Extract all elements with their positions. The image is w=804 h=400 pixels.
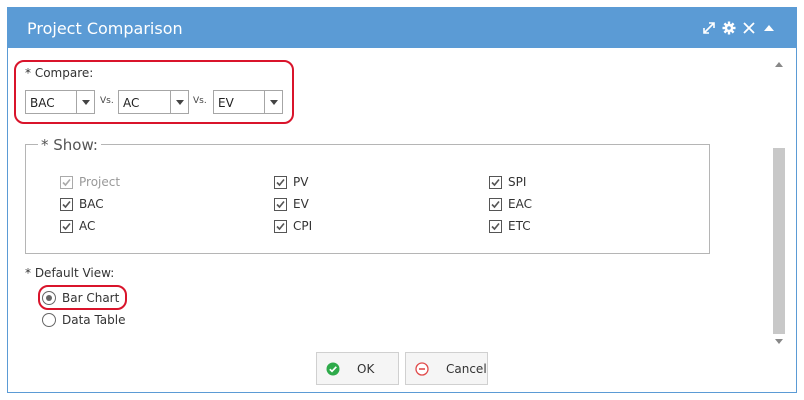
- check-circle-icon: [326, 362, 340, 376]
- show-legend: * Show:: [38, 136, 101, 154]
- checkbox-label: ETC: [508, 219, 531, 233]
- dialog-content: * Compare: BAC Vs. AC Vs. EV * Show: Pro…: [8, 48, 796, 348]
- checkbox-checked-icon: [489, 219, 502, 233]
- checkbox-label: EV: [293, 197, 309, 211]
- dialog-title: Project Comparison: [27, 19, 183, 38]
- collapse-up-icon[interactable]: [762, 21, 776, 35]
- radio-unselected-icon: [42, 313, 56, 327]
- expand-icon[interactable]: [702, 21, 716, 35]
- cancel-button-label: Cancel: [446, 362, 487, 376]
- scroll-down-icon[interactable]: [775, 339, 783, 344]
- checkbox-label: Project: [79, 175, 121, 189]
- compare-select-3-value: EV: [218, 96, 234, 110]
- ok-button[interactable]: OK: [316, 352, 399, 385]
- checkbox-spi[interactable]: SPI: [489, 175, 526, 189]
- checkbox-checked-icon: [274, 175, 287, 189]
- checkbox-label: BAC: [79, 197, 104, 211]
- checkbox-checked-icon: [60, 175, 73, 189]
- checkbox-pv[interactable]: PV: [274, 175, 308, 189]
- compare-select-2[interactable]: AC: [118, 90, 189, 114]
- checkbox-label: SPI: [508, 175, 527, 189]
- checkbox-project[interactable]: Project: [60, 175, 120, 189]
- checkbox-eac[interactable]: EAC: [489, 197, 532, 211]
- checkbox-ac[interactable]: AC: [60, 219, 95, 233]
- radio-selected-icon: [42, 291, 56, 305]
- show-fieldset: [25, 144, 710, 254]
- checkbox-bac[interactable]: BAC: [60, 197, 104, 211]
- ok-button-label: OK: [357, 362, 375, 376]
- radio-label: Data Table: [62, 313, 126, 327]
- checkbox-cpi[interactable]: CPI: [274, 219, 312, 233]
- radio-data-table[interactable]: Data Table: [42, 313, 126, 327]
- compare-select-3[interactable]: EV: [213, 90, 283, 114]
- cancel-button[interactable]: Cancel: [405, 352, 488, 385]
- radio-bar-chart[interactable]: Bar Chart: [42, 291, 119, 305]
- radio-label: Bar Chart: [62, 291, 120, 305]
- checkbox-etc[interactable]: ETC: [489, 219, 531, 233]
- checkbox-label: EAC: [508, 197, 532, 211]
- compare-select-2-value: AC: [123, 96, 140, 110]
- checkbox-checked-icon: [60, 197, 73, 211]
- minus-circle-icon: [415, 362, 429, 376]
- checkbox-checked-icon: [60, 219, 73, 233]
- scroll-up-icon[interactable]: [775, 62, 783, 67]
- chevron-down-icon[interactable]: [170, 91, 188, 113]
- chevron-down-icon[interactable]: [264, 91, 282, 113]
- chevron-down-icon[interactable]: [76, 91, 94, 113]
- compare-label: * Compare:: [25, 66, 94, 80]
- dialog-titlebar: Project Comparison: [8, 8, 796, 48]
- checkbox-checked-icon: [489, 175, 502, 189]
- vertical-scrollbar[interactable]: [772, 56, 786, 346]
- checkbox-checked-icon: [489, 197, 502, 211]
- checkbox-ev[interactable]: EV: [274, 197, 309, 211]
- checkbox-checked-icon: [274, 197, 287, 211]
- vs-label-1: Vs.: [100, 96, 114, 106]
- checkbox-label: AC: [79, 219, 96, 233]
- default-view-label: * Default View:: [25, 266, 115, 280]
- project-comparison-dialog: Project Comparison * Compare: BAC Vs. AC…: [7, 7, 797, 393]
- compare-select-1-value: BAC: [30, 96, 55, 110]
- checkbox-label: PV: [293, 175, 309, 189]
- scrollbar-thumb[interactable]: [773, 148, 785, 334]
- checkbox-label: CPI: [293, 219, 313, 233]
- close-icon[interactable]: [742, 21, 756, 35]
- checkbox-checked-icon: [274, 219, 287, 233]
- gear-icon[interactable]: [722, 21, 736, 35]
- vs-label-2: Vs.: [193, 96, 207, 106]
- compare-select-1[interactable]: BAC: [25, 90, 95, 114]
